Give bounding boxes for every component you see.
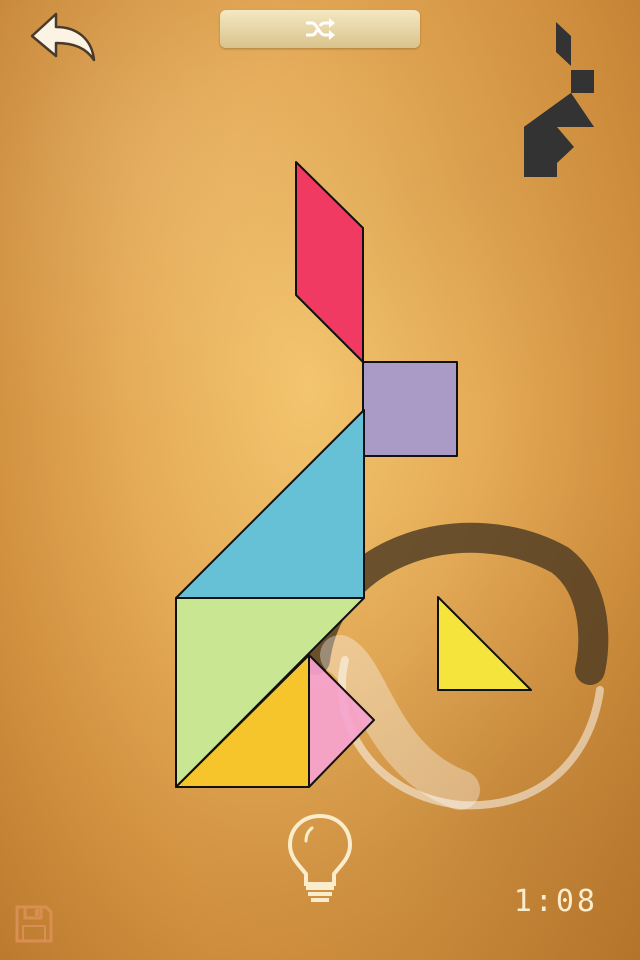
save-button[interactable] [14,904,54,944]
small-triangle-yellow-piece[interactable] [437,596,532,691]
lightbulb-icon [287,813,353,902]
hint-button[interactable] [284,810,356,910]
timer: 1:08 [513,884,598,919]
parallelogram-piece[interactable] [295,161,364,363]
large-triangle-blue-piece[interactable] [175,409,365,599]
save-disk-icon [15,905,53,943]
square-piece[interactable] [362,361,458,457]
